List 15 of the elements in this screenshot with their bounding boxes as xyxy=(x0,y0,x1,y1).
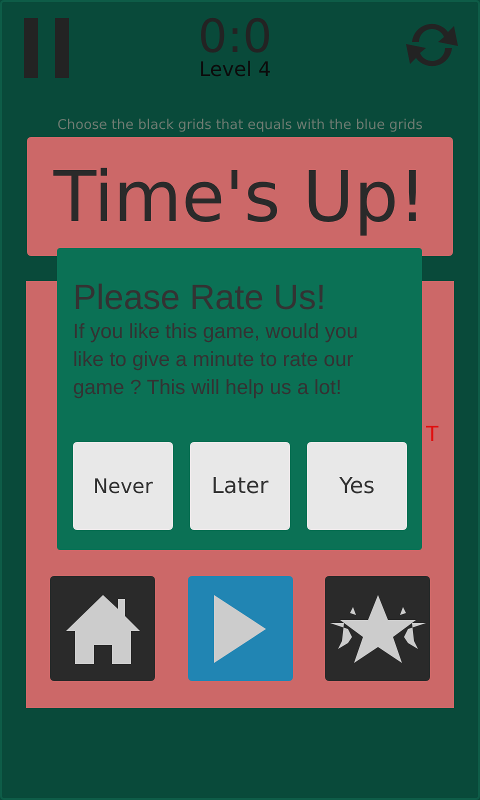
instruction-text: Choose the black grids that equals with the blue grids xyxy=(56,117,424,133)
partial-text: T xyxy=(426,421,439,447)
dialog-button[interactable]: Never xyxy=(73,442,173,530)
pause-button[interactable] xyxy=(24,18,70,81)
times-up-banner: Time's Up! xyxy=(27,137,453,256)
dialog-button[interactable]: Yes xyxy=(307,442,407,530)
dialog-title: Please Rate Us! xyxy=(73,278,327,318)
home-button[interactable] xyxy=(50,576,155,681)
house-icon xyxy=(64,592,142,664)
level-label: Level 4 xyxy=(199,58,271,80)
rate-button[interactable] xyxy=(325,576,430,681)
dialog-message: If you like this game, would you like to give a minute to rate our game ? This will help us a lot! xyxy=(73,319,359,401)
dialog-button[interactable]: Later xyxy=(190,442,290,530)
play-icon xyxy=(212,592,268,664)
play-button[interactable] xyxy=(188,576,292,681)
